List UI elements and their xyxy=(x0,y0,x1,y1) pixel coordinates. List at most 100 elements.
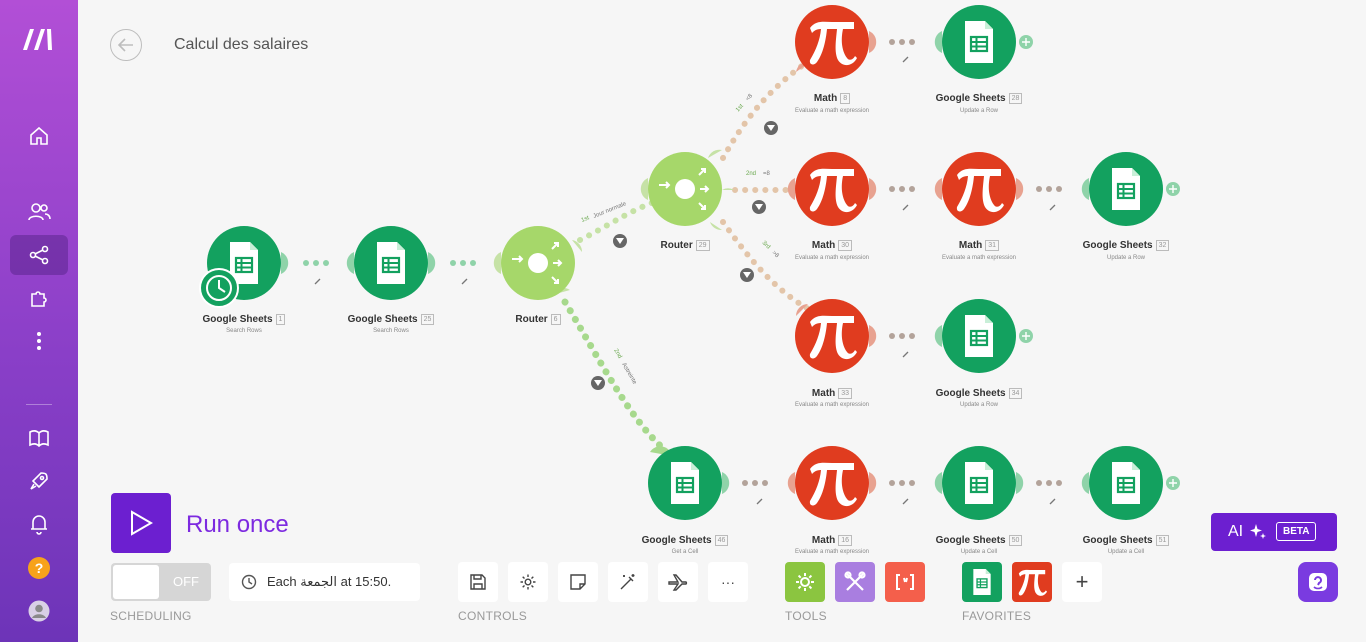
clock-icon xyxy=(241,574,257,590)
node-math-33[interactable] xyxy=(795,299,877,373)
math-icon xyxy=(1018,569,1047,596)
notes-button[interactable] xyxy=(558,562,598,602)
node-number: 32 xyxy=(1155,240,1170,251)
node-label: Math 33 xyxy=(762,388,902,399)
route-label-2nd: 2nd xyxy=(612,348,622,360)
chat-icon xyxy=(1309,573,1327,591)
node-router-6[interactable] xyxy=(493,226,583,300)
node-sheets-1[interactable] xyxy=(199,226,289,308)
node-sheets-32[interactable] xyxy=(1081,152,1180,226)
beta-badge: BETA xyxy=(1276,522,1317,541)
chat-support-button[interactable] xyxy=(1298,562,1338,602)
node-sheets-50[interactable] xyxy=(934,446,1024,520)
sparkle-icon xyxy=(1250,524,1267,539)
node-subtitle: Evaluate a math expression xyxy=(794,402,870,408)
favorite-google-sheets[interactable] xyxy=(962,562,1002,602)
more-button[interactable]: ··· xyxy=(708,562,748,602)
save-button[interactable] xyxy=(458,562,498,602)
node-sheets-34[interactable] xyxy=(934,299,1033,373)
node-label: Google Sheets 28 xyxy=(909,93,1049,104)
node-label: Google Sheets 25 xyxy=(321,314,461,325)
node-number: 16 xyxy=(838,535,853,546)
play-icon xyxy=(131,510,153,536)
node-subtitle: Evaluate a math expression xyxy=(794,549,870,555)
node-number: 8 xyxy=(840,93,851,104)
node-subtitle: Evaluate a math expression xyxy=(794,255,870,261)
node-label: Router 29 xyxy=(615,240,755,251)
ai-label: AI xyxy=(1228,523,1244,540)
node-subtitle: Update a Cell xyxy=(1107,549,1145,555)
scheduling-toggle[interactable]: OFF xyxy=(111,563,211,601)
node-label: Google Sheets 32 xyxy=(1056,240,1196,251)
node-subtitle: Evaluate a math expression xyxy=(794,108,870,114)
run-once-button[interactable] xyxy=(111,493,171,553)
node-number: 50 xyxy=(1008,535,1023,546)
node-name: Google Sheets xyxy=(347,314,418,326)
node-subtitle: Search Rows xyxy=(373,328,409,334)
node-subtitle: Get a Cell xyxy=(671,549,699,555)
node-subtitle: Search Rows xyxy=(226,328,262,334)
node-sheets-46[interactable] xyxy=(648,446,730,520)
node-subtitle: Update a Row xyxy=(1106,255,1146,261)
auto-align-button[interactable] xyxy=(608,562,648,602)
node-name: Math xyxy=(811,388,836,400)
node-number: 25 xyxy=(420,314,435,325)
node-name: Google Sheets xyxy=(935,93,1006,105)
schedule-text: Each الجمعة at 15:50. xyxy=(267,574,392,589)
node-sheets-51[interactable] xyxy=(1081,446,1180,520)
tools-icon xyxy=(796,573,814,591)
node-name: Router xyxy=(660,240,693,252)
node-math-16[interactable] xyxy=(787,446,877,520)
node-number: 46 xyxy=(714,535,729,546)
airplane-icon xyxy=(668,574,688,591)
controls-section-label: CONTROLS xyxy=(458,609,528,623)
node-label: Math 31 xyxy=(909,240,1049,251)
node-name: Google Sheets xyxy=(641,535,712,547)
toggle-label: OFF xyxy=(173,574,199,589)
schedule-clock-icon[interactable] xyxy=(199,268,239,308)
magic-wand-icon xyxy=(620,574,635,590)
tools-button[interactable] xyxy=(785,562,825,602)
node-name: Math xyxy=(958,240,983,252)
toggle-knob xyxy=(113,565,159,599)
node-number: 1 xyxy=(275,314,286,325)
ai-beta-button[interactable]: AI BETA xyxy=(1211,513,1337,551)
node-math-8[interactable] xyxy=(795,5,877,79)
flow-control-button[interactable] xyxy=(835,562,875,602)
route-label-astreinte: Astreinte xyxy=(620,362,637,386)
node-sheets-28[interactable] xyxy=(934,5,1033,79)
route-label-1st-b: 1st xyxy=(735,103,745,113)
node-number: 6 xyxy=(550,314,561,325)
explain-flow-button[interactable] xyxy=(658,562,698,602)
node-label: Google Sheets 51 xyxy=(1056,535,1196,546)
settings-button[interactable] xyxy=(508,562,548,602)
tools-section-label: TOOLS xyxy=(785,609,827,623)
flow-control-icon xyxy=(844,571,866,591)
node-name: Google Sheets xyxy=(935,535,1006,547)
text-parser-icon xyxy=(896,574,914,590)
node-router-29[interactable] xyxy=(640,149,734,231)
node-label: Google Sheets 34 xyxy=(909,388,1049,399)
save-icon xyxy=(470,574,486,590)
run-once-label[interactable]: Run once xyxy=(186,511,289,539)
node-name: Math xyxy=(813,93,838,105)
text-parser-button[interactable] xyxy=(885,562,925,602)
node-sheets-25[interactable] xyxy=(346,226,436,300)
more-dots: ··· xyxy=(721,574,735,590)
schedule-setting[interactable]: Each الجمعة at 15:50. xyxy=(229,563,420,601)
node-name: Math xyxy=(811,240,836,252)
node-number: 34 xyxy=(1008,388,1023,399)
node-subtitle: Update a Row xyxy=(959,402,999,408)
favorite-math[interactable] xyxy=(1012,562,1052,602)
node-name: Google Sheets xyxy=(1082,535,1153,547)
node-label: Google Sheets 50 xyxy=(909,535,1049,546)
add-favorite-button[interactable]: + xyxy=(1062,562,1102,602)
route-label-lt8: <8 xyxy=(745,93,754,103)
gear-icon xyxy=(520,574,536,590)
node-number: 33 xyxy=(838,388,853,399)
node-label: Math 30 xyxy=(762,240,902,251)
node-subtitle: Update a Row xyxy=(959,108,999,114)
node-number: 30 xyxy=(838,240,853,251)
node-math-30[interactable] xyxy=(787,152,877,226)
node-math-31[interactable] xyxy=(934,152,1024,226)
